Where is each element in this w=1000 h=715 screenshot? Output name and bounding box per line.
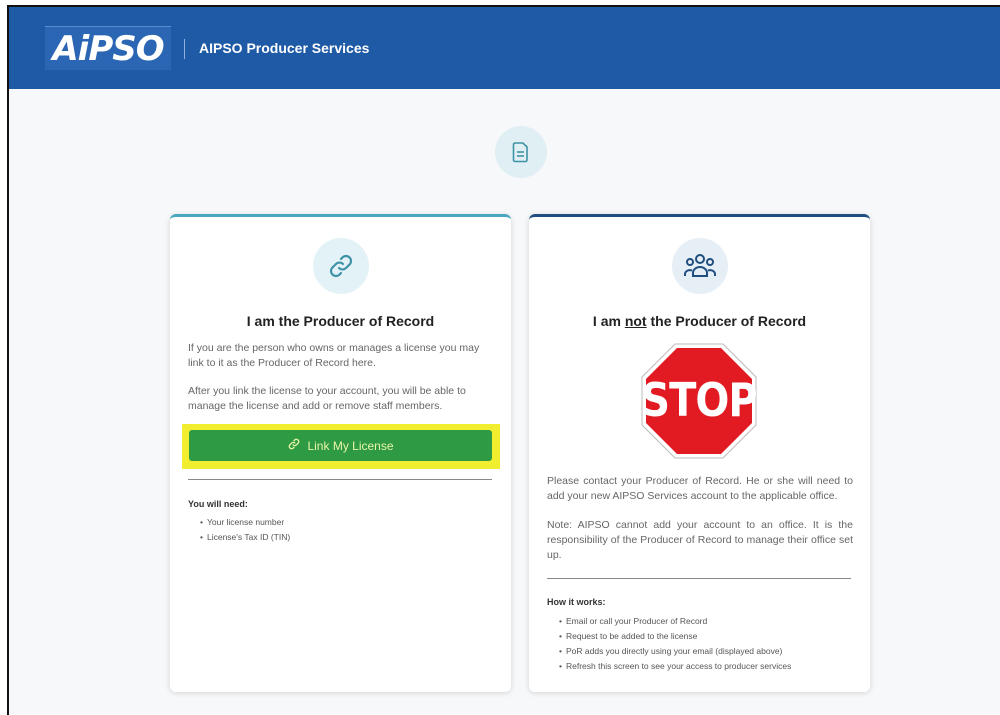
stop-sign: STOP (641, 343, 758, 459)
list-item: PoR adds you directly using your email (… (559, 644, 791, 659)
logo-text: AiPSO (52, 28, 164, 69)
people-group-icon (671, 238, 728, 294)
list-item: Request to be added to the license (559, 629, 791, 644)
header-title: AIPSO Producer Services (199, 40, 370, 56)
document-icon (495, 126, 547, 178)
list-item: Refresh this screen to see your access t… (559, 659, 791, 674)
link-my-license-button[interactable]: Link My License (189, 430, 492, 461)
producer-of-record-card: I am the Producer of Record If you are t… (170, 214, 511, 692)
requirements-title: You will need: (188, 499, 248, 509)
card-title: I am the Producer of Record (246, 313, 435, 329)
link-icon (312, 238, 369, 294)
app-header: AiPSO AIPSO Producer Services (9, 7, 1000, 89)
aipso-logo[interactable]: AiPSO (45, 26, 171, 70)
intro-text: If you are the person who owns or manage… (188, 342, 480, 369)
note-text: Note: AIPSO cannot add your account to a… (547, 519, 853, 561)
app-frame: AiPSO AIPSO Producer Services I am the P… (7, 5, 1000, 715)
card-title: I am not the Producer of Record (592, 313, 807, 329)
stop-sign-text: STOP (641, 374, 757, 428)
divider (188, 479, 492, 480)
list-item: Your license number (200, 515, 290, 530)
info-text: After you link the license to your accou… (188, 385, 466, 412)
link-my-license-label: Link My License (307, 438, 394, 453)
header-divider (184, 39, 185, 59)
list-item: License's Tax ID (TIN) (200, 530, 290, 545)
divider (547, 578, 851, 579)
link-icon (287, 437, 301, 454)
requirements-list: Your license number License's Tax ID (TI… (200, 515, 290, 545)
contact-text: Please contact your Producer of Record. … (547, 475, 853, 502)
list-item: Email or call your Producer of Record (559, 614, 791, 629)
how-it-works-title: How it works: (547, 597, 606, 607)
steps-list: Email or call your Producer of Record Re… (559, 614, 791, 674)
not-producer-of-record-card: I am not the Producer of Record STOP Ple… (529, 214, 870, 692)
